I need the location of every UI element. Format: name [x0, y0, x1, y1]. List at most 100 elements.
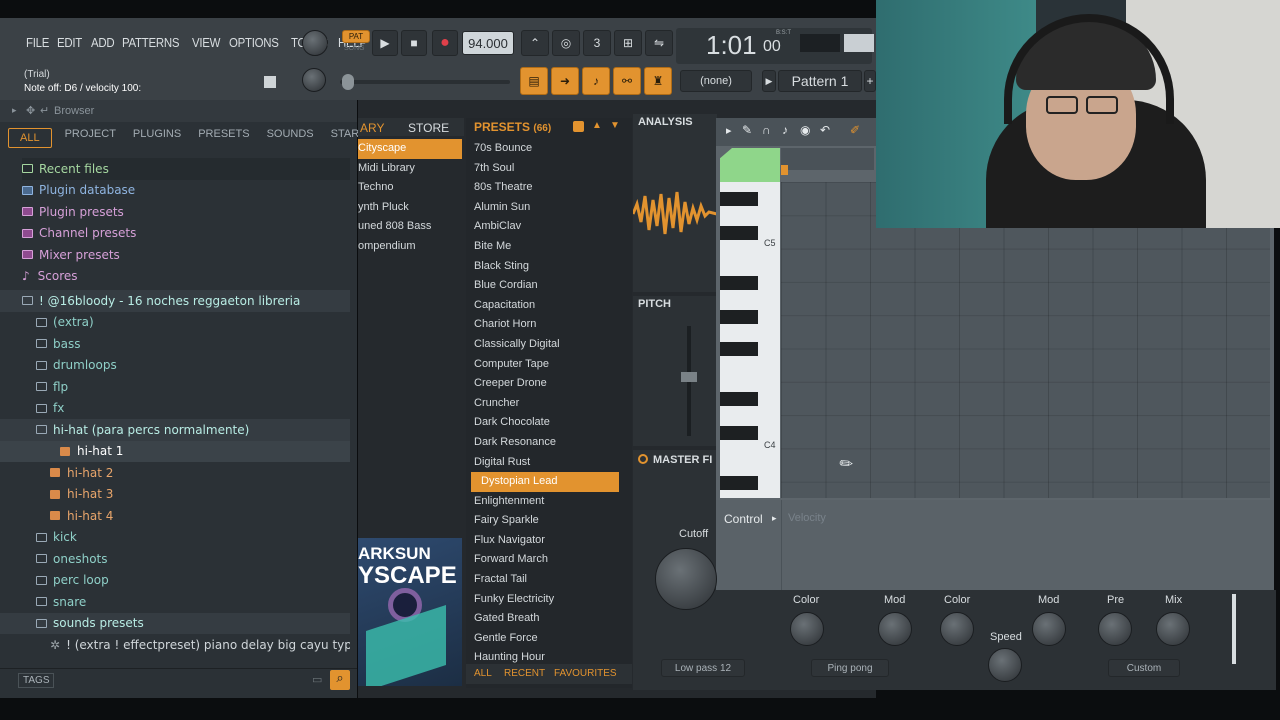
filter-recent[interactable]: RECENT	[504, 668, 545, 679]
channel-rack-icon[interactable]: ➜	[551, 67, 579, 95]
delay-type-select[interactable]: Ping pong	[811, 659, 889, 677]
preset-item[interactable]: Fairy Sparkle	[466, 511, 616, 531]
preset-item[interactable]: Black Sting	[466, 257, 616, 277]
browser-up-icon[interactable]: ✥	[26, 104, 35, 117]
pattern-arrow-icon[interactable]: ▶	[762, 70, 776, 92]
reverb-pre-knob[interactable]	[1098, 612, 1132, 646]
menu-edit[interactable]: EDIT	[57, 35, 82, 50]
black-key[interactable]	[720, 226, 758, 240]
filter-all[interactable]: ALL	[474, 668, 492, 679]
preset-item[interactable]: Chariot Horn	[466, 315, 616, 335]
preset-item[interactable]: Bite Me	[466, 237, 616, 257]
preset-item[interactable]: 80s Theatre	[466, 178, 616, 198]
menu-patterns[interactable]: PATTERNS	[122, 35, 179, 50]
preset-item[interactable]: Blue Cordian	[466, 276, 616, 296]
stop-button[interactable]: ■	[401, 30, 427, 56]
reverb-mix-knob[interactable]	[1156, 612, 1190, 646]
pattern-tab[interactable]	[720, 148, 780, 182]
category-item-selected[interactable]: Cityscape	[358, 139, 462, 159]
black-key[interactable]	[720, 342, 758, 356]
timeline-ruler[interactable]	[781, 148, 874, 170]
prev-preset-icon[interactable]: ▲	[592, 120, 602, 131]
browser-collapse-icon[interactable]: ▸	[12, 105, 17, 116]
pat-mode-button[interactable]: PAT	[342, 30, 370, 43]
tree-item-drumloops[interactable]: drumloops	[22, 355, 350, 377]
speed-knob[interactable]	[988, 648, 1022, 682]
search-icon[interactable]: ⌕	[330, 670, 350, 690]
master-pitch-knob[interactable]	[302, 68, 326, 92]
position-slider[interactable]	[340, 80, 510, 84]
black-key[interactable]	[720, 476, 758, 490]
preset-item[interactable]: Fractal Tail	[466, 570, 616, 590]
tree-item-hihat-1[interactable]: hi-hat 1	[0, 440, 350, 462]
link-icon[interactable]: ⚯	[613, 67, 641, 95]
black-key[interactable]	[720, 392, 758, 406]
preset-item[interactable]: Gentle Force	[466, 629, 616, 649]
tree-item-mixer-presets[interactable]: Mixer presets	[22, 244, 350, 266]
preset-item[interactable]: Classically Digital	[466, 335, 616, 355]
step-edit-icon[interactable]: ⊞	[614, 30, 642, 56]
chorus-mod-knob[interactable]	[1032, 612, 1066, 646]
play-button[interactable]: ▶	[372, 30, 398, 56]
filter-type-select[interactable]: Low pass 12	[661, 659, 745, 677]
tab-store[interactable]: STORE	[408, 121, 449, 135]
preset-item[interactable]: Flux Navigator	[466, 531, 616, 551]
pencil-icon[interactable]: ✐	[850, 123, 860, 137]
tree-item-preset[interactable]: ✲ ! (extra ! effectpreset) piano delay bi…	[22, 634, 350, 656]
next-preset-icon[interactable]: ▼	[610, 120, 620, 131]
metronome-icon[interactable]: ⌃	[521, 30, 549, 56]
preset-item[interactable]: AmbiClav	[466, 217, 616, 237]
none-select[interactable]: (none)	[680, 70, 752, 92]
delay-mod-knob[interactable]	[878, 612, 912, 646]
black-key[interactable]	[720, 192, 758, 206]
preset-item[interactable]: Digital Rust	[466, 453, 616, 473]
preset-item[interactable]: 7th Soul	[466, 159, 616, 179]
chorus-color-knob[interactable]	[940, 612, 974, 646]
pattern-select[interactable]: Pattern 1	[778, 70, 862, 92]
category-item[interactable]: Midi Library	[358, 159, 462, 179]
tree-item-oneshots[interactable]: oneshots	[22, 548, 350, 570]
preset-item[interactable]: Alumin Sun	[466, 198, 616, 218]
record-icon[interactable]: ◉	[800, 123, 810, 137]
tree-item-hihat-2[interactable]: hi-hat 2	[22, 462, 350, 484]
magnet-icon[interactable]: ∩	[762, 123, 771, 137]
tab-library[interactable]: ARY	[360, 121, 384, 135]
note-grid[interactable]	[781, 182, 1270, 498]
preset-item[interactable]: Computer Tape	[466, 355, 616, 375]
category-item[interactable]: uned 808 Bass	[358, 217, 462, 237]
undo-icon[interactable]: ↶	[820, 123, 830, 137]
tree-item-recent-files[interactable]: Recent files	[22, 158, 350, 180]
category-item[interactable]: ynth Pluck	[358, 198, 462, 218]
preset-item[interactable]: Funky Electricity	[466, 590, 616, 610]
category-item[interactable]: Techno	[358, 178, 462, 198]
preset-item[interactable]: Gated Breath	[466, 609, 616, 629]
tree-item-channel-presets[interactable]: Channel presets	[22, 223, 350, 245]
preset-item[interactable]: Creeper Drone	[466, 374, 616, 394]
tempo-display[interactable]: 94.000	[462, 31, 514, 55]
tree-item-kick[interactable]: kick	[22, 527, 350, 549]
tab-plugins[interactable]: PLUGINS	[133, 128, 181, 148]
preset-item-selected[interactable]: Dystopian Lead	[471, 472, 619, 492]
plugin-icon[interactable]: ♜	[644, 67, 672, 95]
category-item[interactable]: ompendium	[358, 237, 462, 257]
record-button[interactable]: ●	[432, 30, 458, 56]
tree-item-root-folder[interactable]: ! @16bloody - 16 noches reggaeton librer…	[0, 290, 350, 312]
tab-project[interactable]: PROJECT	[65, 128, 116, 148]
preset-item[interactable]: Dark Resonance	[466, 433, 616, 453]
control-label[interactable]: Control	[724, 512, 763, 526]
filter-favourites[interactable]: FAVOURITES	[554, 668, 617, 679]
tab-sounds[interactable]: SOUNDS	[267, 128, 314, 148]
note-icon[interactable]: ♪	[782, 123, 788, 137]
tree-item-hihat-folder[interactable]: hi-hat (para percs normalmente)	[0, 419, 350, 441]
tree-item-extra[interactable]: (extra)	[22, 312, 350, 334]
black-key[interactable]	[720, 276, 758, 290]
song-mode-label[interactable]: SONG	[344, 45, 365, 52]
control-arrow-icon[interactable]: ▸	[772, 513, 777, 524]
menu-add[interactable]: ADD	[91, 35, 115, 50]
save-icon[interactable]	[573, 121, 584, 132]
preset-item[interactable]: Dark Chocolate	[466, 413, 616, 433]
browser-back-icon[interactable]: ↵	[40, 104, 49, 117]
preset-item[interactable]: Capacitation	[466, 296, 616, 316]
preset-item[interactable]: Forward March	[466, 550, 616, 570]
master-volume-knob[interactable]	[302, 30, 328, 56]
